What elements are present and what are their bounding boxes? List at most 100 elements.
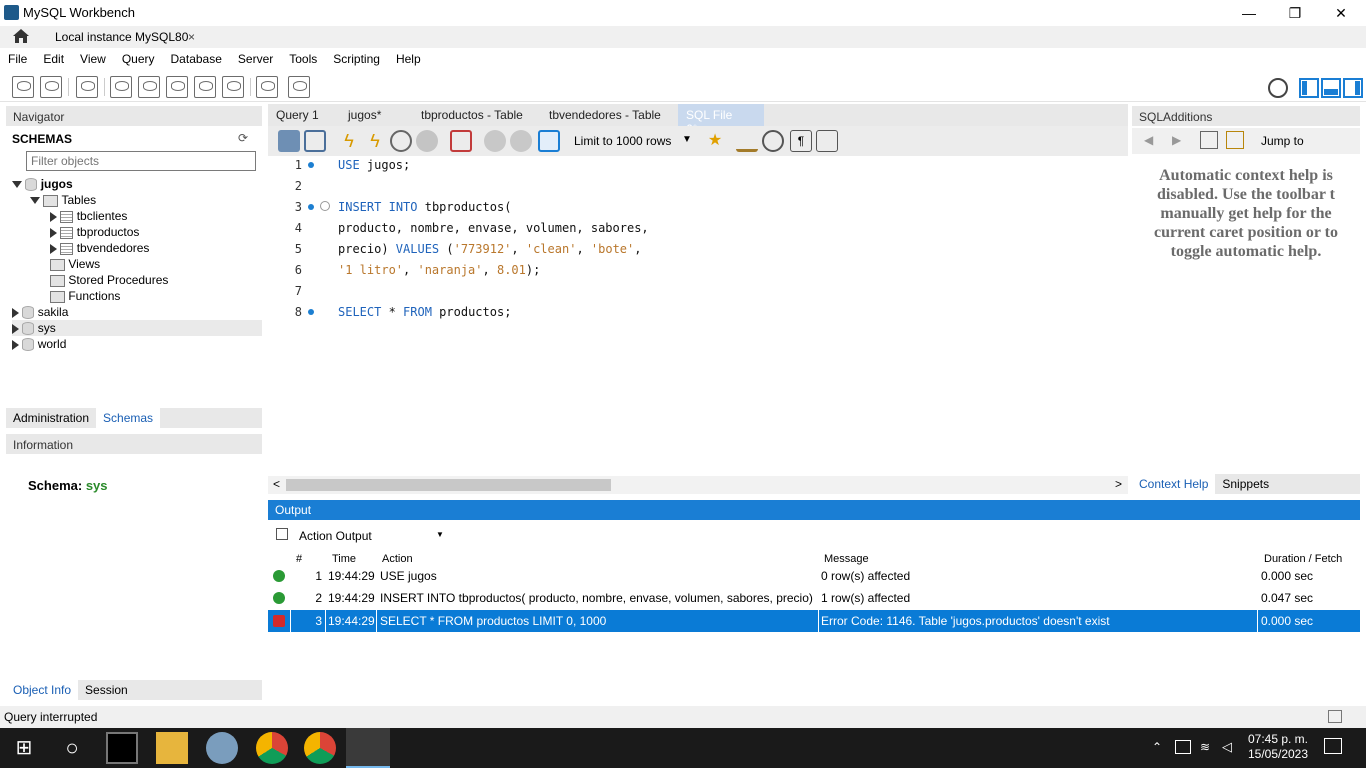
show-hidden-icons[interactable]: ⌃ bbox=[1152, 740, 1162, 754]
word-wrap-icon[interactable] bbox=[816, 130, 838, 152]
limit-rows-select[interactable]: Limit to 1000 rows bbox=[574, 134, 671, 148]
inspect-object-icon[interactable] bbox=[76, 76, 98, 98]
refresh-schemas-icon[interactable]: ⟳ bbox=[238, 131, 248, 145]
tree-tables[interactable]: Tables bbox=[12, 192, 262, 208]
settings-gear-icon[interactable] bbox=[1268, 78, 1288, 98]
new-sql-tab-icon[interactable] bbox=[12, 76, 34, 98]
tab-sql-file-6[interactable]: SQL File 6*× bbox=[678, 104, 764, 136]
close-window-button[interactable]: ✕ bbox=[1318, 0, 1364, 26]
tab-tbproductos-table[interactable]: tbproductos - Table bbox=[413, 104, 531, 126]
status-panel-icon[interactable] bbox=[1328, 710, 1342, 723]
tab-context-help[interactable]: Context Help bbox=[1132, 474, 1216, 494]
mysql-workbench-taskbar-icon[interactable] bbox=[346, 728, 390, 768]
table-row-selected[interactable]: 3 19:44:29 SELECT * FROM productos LIMIT… bbox=[268, 610, 1360, 632]
tab-administration[interactable]: Administration bbox=[6, 408, 96, 428]
tree-stored-procedures[interactable]: Stored Procedures bbox=[12, 272, 262, 288]
tree-views[interactable]: Views bbox=[12, 256, 262, 272]
table-row[interactable]: 2 19:44:29 INSERT INTO tbproductos( prod… bbox=[268, 587, 1360, 609]
tree-functions[interactable]: Functions bbox=[12, 288, 262, 304]
tab-query-1[interactable]: Query 1 bbox=[268, 104, 327, 126]
forward-icon[interactable]: ▶ bbox=[1172, 133, 1181, 147]
add-snippet-icon[interactable]: ★ bbox=[704, 130, 726, 152]
tree-table-tbclientes[interactable]: tbclientes bbox=[12, 208, 262, 224]
create-schema-icon[interactable] bbox=[110, 76, 132, 98]
find-icon[interactable] bbox=[762, 130, 784, 152]
create-view-icon[interactable] bbox=[166, 76, 188, 98]
close-connection-tab-icon[interactable]: × bbox=[188, 30, 195, 44]
schema-jugos[interactable]: jugos bbox=[12, 176, 262, 192]
file-explorer-icon[interactable] bbox=[156, 732, 188, 764]
open-file-icon[interactable] bbox=[278, 130, 300, 152]
menu-view[interactable]: View bbox=[72, 48, 114, 66]
stop-icon[interactable] bbox=[416, 130, 438, 152]
volume-icon[interactable]: ◁ bbox=[1222, 739, 1232, 755]
toggle-sidebar-icon[interactable] bbox=[1299, 78, 1319, 98]
expand-icon[interactable] bbox=[12, 307, 19, 318]
menu-scripting[interactable]: Scripting bbox=[325, 48, 388, 66]
manual-help-icon[interactable] bbox=[1200, 131, 1218, 149]
editor-horizontal-scrollbar[interactable]: < > bbox=[268, 476, 1128, 494]
output-type-select[interactable]: Action Output bbox=[299, 529, 372, 543]
auto-help-icon[interactable] bbox=[1226, 131, 1244, 149]
tab-jugos[interactable]: jugos* bbox=[340, 104, 389, 126]
chrome-profile-icon[interactable] bbox=[304, 732, 336, 764]
scroll-left-icon[interactable]: < bbox=[273, 477, 280, 491]
rollback-icon[interactable] bbox=[510, 130, 532, 152]
battery-icon[interactable] bbox=[1175, 740, 1191, 754]
create-table-icon[interactable] bbox=[138, 76, 160, 98]
terminal-app-icon[interactable] bbox=[106, 732, 138, 764]
schema-sakila[interactable]: sakila bbox=[12, 304, 262, 320]
toggle-output-icon[interactable] bbox=[1321, 78, 1341, 98]
schema-sys[interactable]: sys bbox=[12, 320, 262, 336]
tab-object-info[interactable]: Object Info bbox=[6, 680, 79, 700]
filter-objects-input[interactable] bbox=[26, 151, 256, 171]
dropdown-arrow-icon[interactable]: ▼ bbox=[436, 530, 444, 539]
tree-table-tbproductos[interactable]: tbproductos bbox=[12, 224, 262, 240]
reconnect-icon[interactable] bbox=[288, 76, 310, 98]
scrollbar-thumb[interactable] bbox=[286, 479, 611, 491]
restore-button[interactable]: ❐ bbox=[1272, 0, 1318, 26]
tab-session[interactable]: Session bbox=[78, 680, 135, 700]
scroll-right-icon[interactable]: > bbox=[1115, 477, 1122, 491]
tab-tbvendedores-table[interactable]: tbvendedores - Table bbox=[541, 104, 669, 126]
toggle-secondary-sidebar-icon[interactable] bbox=[1343, 78, 1363, 98]
create-function-icon[interactable] bbox=[222, 76, 244, 98]
start-windows-icon[interactable]: ⊞ bbox=[8, 732, 40, 764]
beautify-icon[interactable] bbox=[736, 130, 758, 152]
notifications-icon[interactable] bbox=[1324, 738, 1342, 754]
menu-server[interactable]: Server bbox=[230, 48, 281, 66]
sql-editor[interactable]: 1 2 3 4 5 6 7 8 USE jugos; INSERT INTO t… bbox=[268, 156, 1128, 476]
search-table-data-icon[interactable] bbox=[256, 76, 278, 98]
expand-icon[interactable] bbox=[12, 323, 19, 334]
table-row[interactable]: 1 19:44:29 USE jugos 0 row(s) affected 0… bbox=[268, 565, 1360, 587]
autocommit-icon[interactable] bbox=[538, 130, 560, 152]
save-icon[interactable] bbox=[304, 130, 326, 152]
collapse-icon[interactable] bbox=[30, 197, 40, 205]
schema-world[interactable]: world bbox=[12, 336, 262, 352]
connection-tab[interactable]: Local instance MySQL80 bbox=[42, 26, 202, 48]
explain-icon[interactable] bbox=[390, 130, 412, 152]
expand-icon[interactable] bbox=[12, 339, 19, 350]
menu-edit[interactable]: Edit bbox=[35, 48, 72, 66]
taskbar-clock[interactable]: 07:45 p. m. 15/05/2023 bbox=[1238, 732, 1318, 762]
expand-icon[interactable] bbox=[50, 227, 57, 238]
fold-marker-icon[interactable] bbox=[320, 201, 330, 211]
create-procedure-icon[interactable] bbox=[194, 76, 216, 98]
tree-table-tbvendedores[interactable]: tbvendedores bbox=[12, 240, 262, 256]
menu-tools[interactable]: Tools bbox=[281, 48, 325, 66]
execute-icon[interactable]: ϟ bbox=[338, 130, 360, 152]
menu-file[interactable]: File bbox=[0, 48, 35, 66]
menu-help[interactable]: Help bbox=[388, 48, 429, 66]
dropdown-arrow-icon[interactable]: ▼ bbox=[682, 134, 692, 145]
commit-icon[interactable] bbox=[484, 130, 506, 152]
expand-icon[interactable] bbox=[50, 211, 57, 222]
minimize-button[interactable]: — bbox=[1226, 0, 1272, 26]
expand-icon[interactable] bbox=[50, 243, 57, 254]
chrome-icon[interactable] bbox=[256, 732, 288, 764]
search-icon[interactable]: ○ bbox=[56, 732, 88, 764]
execute-current-icon[interactable]: ϟ bbox=[364, 130, 386, 152]
tab-schemas[interactable]: Schemas bbox=[96, 408, 161, 428]
wifi-icon[interactable]: ≋ bbox=[1200, 740, 1210, 754]
tab-snippets[interactable]: Snippets bbox=[1215, 474, 1276, 494]
app-icon[interactable] bbox=[206, 732, 238, 764]
